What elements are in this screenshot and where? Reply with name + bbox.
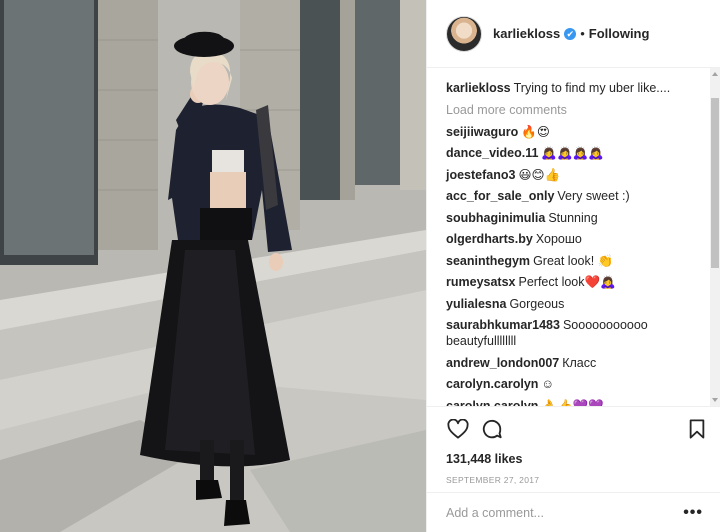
scroll-down-arrow-icon[interactable] xyxy=(712,398,718,402)
comments-scrollbar[interactable] xyxy=(710,68,720,406)
comment-username[interactable]: dance_video.11 xyxy=(446,146,538,160)
bookmark-icon[interactable] xyxy=(685,417,709,441)
following-button[interactable]: Following xyxy=(589,26,650,41)
comment-item: acc_for_sale_only Very sweet :) xyxy=(446,188,701,204)
comment-text: Very sweet :) xyxy=(557,189,630,203)
caption-text: Trying to find my uber like.... xyxy=(513,81,671,95)
comment-item: carolyn.carolyn ☺ xyxy=(446,376,701,392)
comment-item: seaninthegym Great look! 👏 xyxy=(446,253,701,269)
comment-text: Gorgeous xyxy=(509,296,565,311)
comment-username[interactable]: acc_for_sale_only xyxy=(446,189,554,203)
more-options-icon[interactable]: ••• xyxy=(683,504,703,522)
comment-username[interactable]: yulialesna xyxy=(446,297,506,311)
verified-badge-icon: ✔ xyxy=(564,27,577,40)
post-details-panel: karliekloss ✔ • Following karliekloss Try… xyxy=(426,0,720,532)
header-separator: • xyxy=(580,26,585,41)
comment-text: Great look! 👏 xyxy=(533,253,614,268)
author-username[interactable]: karliekloss xyxy=(493,26,560,41)
comment-text: Perfect look❤️🙇‍♀️ xyxy=(518,275,616,289)
comment-text: Хорошо xyxy=(535,232,582,246)
comment-icon[interactable] xyxy=(480,417,504,441)
comment-text: 🙇‍♀️🙇‍♀️🙇‍♀️🙇‍♀️ xyxy=(541,146,604,160)
comment-username[interactable]: carolyn.carolyn xyxy=(446,377,538,391)
caption-username[interactable]: karliekloss xyxy=(446,81,511,95)
scrollbar-thumb[interactable] xyxy=(711,98,719,268)
load-more-comments-link[interactable]: Load more comments xyxy=(446,102,701,118)
heart-icon[interactable] xyxy=(446,417,470,441)
comment-item: soubhaginimulia Stunning xyxy=(446,210,701,226)
comment-text: 👌👍💜💜 xyxy=(541,398,604,407)
comment-username[interactable]: olgerdharts.by xyxy=(446,232,533,246)
scroll-up-arrow-icon[interactable] xyxy=(712,72,718,76)
comment-item: carolyn.carolyn 👌👍💜💜 xyxy=(446,398,701,407)
comment-username[interactable]: soubhaginimulia xyxy=(446,211,545,225)
post-date[interactable]: September 27, 2017 xyxy=(446,475,709,485)
post-photo-illustration xyxy=(0,0,426,532)
add-comment-input[interactable] xyxy=(446,505,684,520)
post-photo[interactable] xyxy=(0,0,426,532)
comments-list[interactable]: karliekloss Trying to find my uber like..… xyxy=(427,68,720,406)
comment-item: seijiiwaguro 🔥😍 xyxy=(446,124,701,140)
comment-text: ☺ xyxy=(541,377,555,391)
author-avatar[interactable] xyxy=(446,15,482,52)
comment-username[interactable]: carolyn.carolyn xyxy=(446,399,538,407)
comment-text: 😃😊👍 xyxy=(518,167,561,182)
comment-username[interactable]: saurabhkumar1483 xyxy=(446,318,560,332)
comment-username[interactable]: seaninthegym xyxy=(446,254,530,268)
comment-item: andrew_london007 Класс xyxy=(446,355,701,371)
comment-username[interactable]: joestefano3 xyxy=(446,168,515,182)
comment-item: olgerdharts.by Хорошо xyxy=(446,231,701,247)
comment-item: saurabhkumar1483 Sooooooooooo beautyfulll… xyxy=(446,317,701,349)
likes-count[interactable]: 131,448 likes xyxy=(446,452,709,466)
comment-username[interactable]: andrew_london007 xyxy=(446,356,559,370)
caption: karliekloss Trying to find my uber like..… xyxy=(446,80,701,96)
comment-text: 🔥😍 xyxy=(521,124,550,139)
add-comment-bar: ••• xyxy=(427,492,720,532)
comment-text: Stunning xyxy=(548,210,598,225)
comment-text: Класс xyxy=(562,355,597,370)
comment-item: yulialesna Gorgeous xyxy=(446,296,701,312)
comment-item: rumeysatsx Perfect look❤️🙇‍♀️ xyxy=(446,274,701,290)
post-header: karliekloss ✔ • Following xyxy=(427,0,720,68)
comment-username[interactable]: seijiiwaguro xyxy=(446,125,518,139)
comment-item: dance_video.11 🙇‍♀️🙇‍♀️🙇‍♀️🙇‍♀️ xyxy=(446,145,701,161)
action-buttons-row xyxy=(446,415,709,443)
comment-username[interactable]: rumeysatsx xyxy=(446,275,516,289)
comment-item: joestefano3 😃😊👍 xyxy=(446,167,701,183)
